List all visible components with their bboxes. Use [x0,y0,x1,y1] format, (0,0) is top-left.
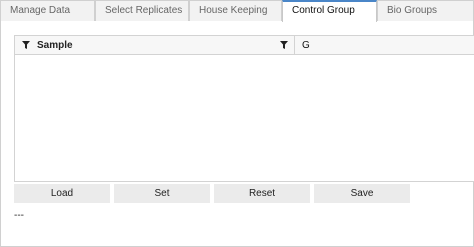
tab-select-replicates[interactable]: Select Replicates [95,0,189,21]
set-button[interactable]: Set [114,184,210,203]
tab-label: Select Replicates [105,5,183,16]
action-buttons: Load Set Reset Save [14,184,414,203]
tab-label: Bio Groups [387,5,438,16]
status-text: --- [14,210,24,221]
tab-control-group[interactable]: Control Group [282,0,377,22]
load-button[interactable]: Load [14,184,110,203]
tab-bio-groups[interactable]: Bio Groups [377,0,474,21]
tab-house-keeping[interactable]: House Keeping [189,0,282,21]
tab-label: Control Group [292,5,355,16]
tab-manage-data[interactable]: Manage Data [0,0,95,21]
grid-body [15,55,474,182]
column-header-sample[interactable]: Sample [15,36,295,54]
grid-header: Sample G [15,36,474,55]
tab-label: House Keeping [199,5,268,16]
column-label-sample: Sample [37,39,73,51]
tab-label: Manage Data [10,5,71,16]
column-filter-icon[interactable] [280,41,288,49]
tab-bar: Manage Data Select Replicates House Keep… [0,0,474,22]
control-group-panel: Sample G Load Set Reset Save --- [0,20,474,247]
reset-button[interactable]: Reset [214,184,310,203]
sample-grid: Sample G [14,35,474,182]
save-button[interactable]: Save [314,184,410,203]
column-label-g: G [302,39,310,51]
column-header-g[interactable]: G [295,36,474,54]
filter-icon[interactable] [22,41,30,49]
